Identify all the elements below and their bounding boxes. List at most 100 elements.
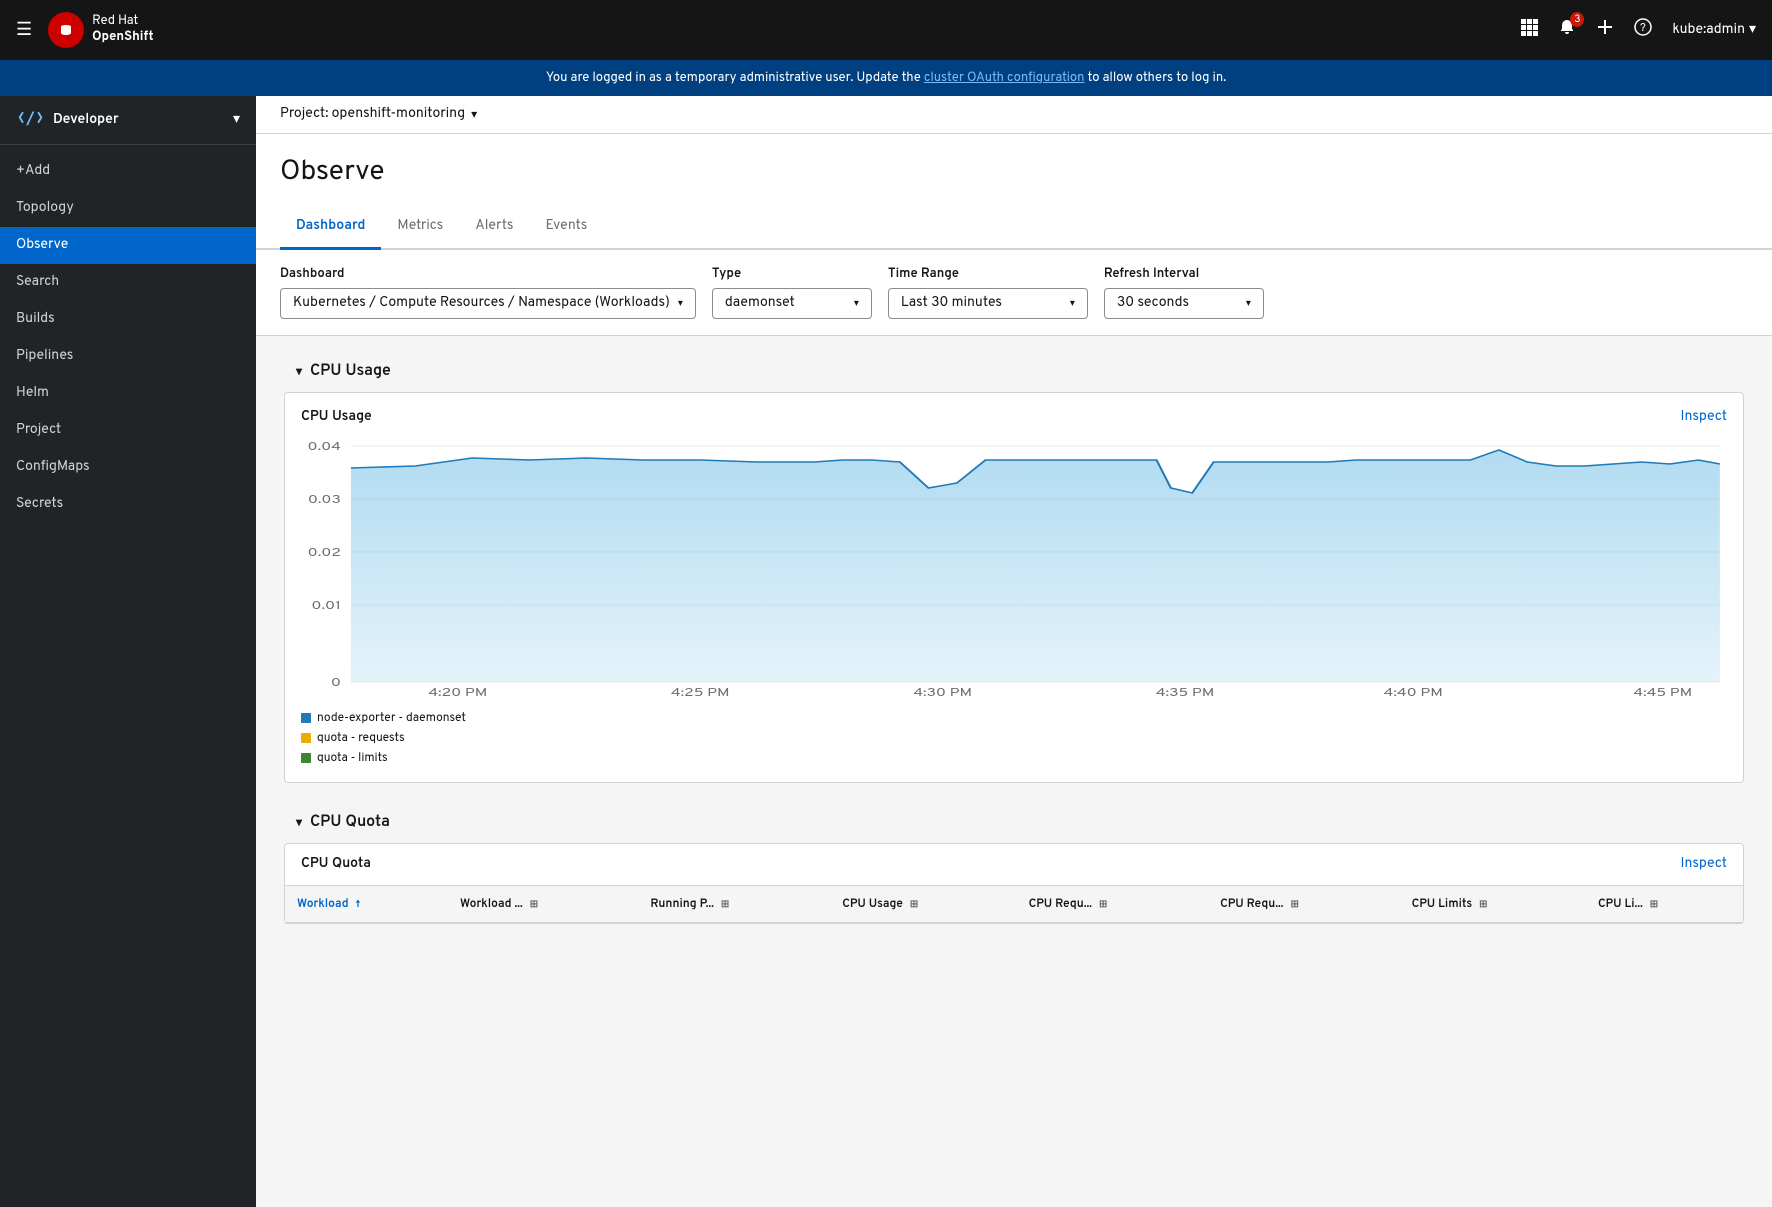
- cpu-usage-inspect-link[interactable]: Inspect: [1681, 409, 1727, 426]
- time-range-filter-select[interactable]: Last 30 minutes ▾: [888, 288, 1088, 319]
- time-range-filter-label: Time Range: [888, 266, 1088, 282]
- col-workload-type[interactable]: Workload ... ⊞: [448, 886, 638, 923]
- svg-text:0.04: 0.04: [308, 441, 341, 455]
- help-button[interactable]: ?: [1634, 18, 1652, 43]
- sidebar-item-secrets-label: Secrets: [16, 496, 63, 513]
- svg-text:4:35 PM: 4:35 PM: [1156, 687, 1215, 698]
- user-label: kube:admin: [1672, 22, 1745, 39]
- tab-dashboard[interactable]: Dashboard: [280, 206, 381, 250]
- cpu-quota-section-title: CPU Quota: [310, 813, 390, 833]
- legend-label-node-exporter: node-exporter - daemonset: [317, 710, 466, 726]
- info-banner: You are logged in as a temporary adminis…: [0, 60, 1772, 96]
- col-cpu-requests-2-filter-icon: ⊞: [1290, 898, 1298, 911]
- sidebar-item-pipelines-label: Pipelines: [16, 348, 73, 365]
- perspective-switcher[interactable]: ⟨/⟩ Developer ▾: [0, 96, 256, 145]
- refresh-interval-filter-select[interactable]: 30 seconds ▾: [1104, 288, 1264, 319]
- sidebar-item-observe-label: Observe: [16, 237, 68, 254]
- cpu-usage-section-content: CPU Usage Inspect 0.04 0.03 0.02 0.01 0: [284, 392, 1744, 783]
- cpu-usage-section-header[interactable]: ▾ CPU Usage: [280, 352, 1748, 392]
- cpu-quota-chart-header: CPU Quota Inspect: [285, 844, 1743, 886]
- col-cpu-limits-2-label: CPU Li...: [1598, 896, 1643, 912]
- svg-text:4:40 PM: 4:40 PM: [1384, 687, 1443, 698]
- col-cpu-requests-1-filter-icon: ⊞: [1099, 898, 1107, 911]
- sidebar-item-topology[interactable]: Topology: [0, 190, 256, 227]
- tabs: Dashboard Metrics Alerts Events: [256, 206, 1772, 250]
- sidebar-item-configmaps-label: ConfigMaps: [16, 459, 90, 476]
- sidebar-item-topology-label: Topology: [16, 200, 74, 217]
- filters-bar: Dashboard Kubernetes / Compute Resources…: [256, 250, 1772, 336]
- cpu-quota-inspect-link[interactable]: Inspect: [1681, 856, 1727, 873]
- legend-label-quota-requests: quota - requests: [317, 730, 405, 746]
- dashboard-filter-select[interactable]: Kubernetes / Compute Resources / Namespa…: [280, 288, 696, 319]
- sidebar-item-project-label: Project: [16, 422, 61, 439]
- main-layout: ⟨/⟩ Developer ▾ +Add Topology Observe Se…: [0, 96, 1772, 1207]
- sidebar-item-add[interactable]: +Add: [0, 153, 256, 190]
- sidebar-item-project[interactable]: Project: [0, 412, 256, 449]
- brand-top: Red Hat: [92, 14, 153, 30]
- col-cpu-limits-1-label: CPU Limits: [1412, 896, 1473, 912]
- sidebar-item-secrets[interactable]: Secrets: [0, 486, 256, 523]
- sidebar-item-builds[interactable]: Builds: [0, 301, 256, 338]
- sidebar-item-pipelines[interactable]: Pipelines: [0, 338, 256, 375]
- page-header: Observe: [256, 134, 1772, 206]
- tab-events[interactable]: Events: [529, 206, 603, 250]
- svg-text:0.03: 0.03: [308, 494, 341, 508]
- tab-metrics[interactable]: Metrics: [381, 206, 459, 250]
- perspective-label: ⟨/⟩ Developer: [16, 110, 119, 130]
- refresh-interval-filter-value: 30 seconds: [1117, 295, 1189, 312]
- svg-text:4:20 PM: 4:20 PM: [428, 687, 487, 698]
- col-cpu-limits-2[interactable]: CPU Li... ⊞: [1586, 886, 1743, 923]
- type-filter-group: Type daemonset ▾: [712, 266, 872, 319]
- type-filter-select[interactable]: daemonset ▾: [712, 288, 872, 319]
- brand-bottom: OpenShift: [92, 30, 153, 46]
- col-cpu-requests-1-label: CPU Requ...: [1029, 896, 1092, 912]
- time-range-filter-group: Time Range Last 30 minutes ▾: [888, 266, 1088, 319]
- legend-item-quota-requests: quota - requests: [301, 730, 1727, 746]
- cpu-usage-section-title: CPU Usage: [310, 362, 391, 382]
- col-cpu-limits-1[interactable]: CPU Limits ⊞: [1400, 886, 1586, 923]
- perspective-chevron-icon: ▾: [233, 111, 240, 129]
- project-bar: Project: openshift-monitoring ▾: [256, 96, 1772, 134]
- cpu-quota-section-header[interactable]: ▾ CPU Quota: [280, 803, 1748, 843]
- project-chevron-icon[interactable]: ▾: [471, 107, 477, 123]
- refresh-interval-filter-chevron-icon: ▾: [1246, 297, 1251, 310]
- col-cpu-requests-1[interactable]: CPU Requ... ⊞: [1017, 886, 1208, 923]
- tab-alerts[interactable]: Alerts: [459, 206, 529, 250]
- cpu-quota-collapse-icon: ▾: [296, 815, 302, 831]
- col-workload[interactable]: Workload ↑: [285, 886, 448, 923]
- svg-text:4:45 PM: 4:45 PM: [1633, 687, 1692, 698]
- user-menu[interactable]: kube:admin ▾: [1672, 21, 1756, 39]
- sidebar: ⟨/⟩ Developer ▾ +Add Topology Observe Se…: [0, 96, 256, 1207]
- sidebar-item-configmaps[interactable]: ConfigMaps: [0, 449, 256, 486]
- oauth-config-link[interactable]: cluster OAuth configuration: [924, 70, 1085, 86]
- grid-icon[interactable]: [1520, 18, 1538, 43]
- type-filter-chevron-icon: ▾: [854, 297, 859, 310]
- legend-item-node-exporter: node-exporter - daemonset: [301, 710, 1727, 726]
- col-cpu-requests-2[interactable]: CPU Requ... ⊞: [1208, 886, 1399, 923]
- cpu-usage-chart-header: CPU Usage Inspect: [301, 409, 1727, 426]
- col-cpu-usage[interactable]: CPU Usage ⊞: [830, 886, 1016, 923]
- cpu-usage-svg: 0.04 0.03 0.02 0.01 0: [301, 438, 1727, 698]
- svg-text:0.02: 0.02: [308, 547, 341, 561]
- sidebar-item-observe[interactable]: Observe: [0, 227, 256, 264]
- notifications-button[interactable]: 3: [1558, 18, 1576, 43]
- sidebar-item-helm-label: Helm: [16, 385, 49, 402]
- cpu-quota-table: Workload ↑ Workload ... ⊞ Running P... ⊞: [285, 886, 1743, 923]
- sidebar-item-builds-label: Builds: [16, 311, 55, 328]
- col-cpu-limits-2-filter-icon: ⊞: [1650, 898, 1658, 911]
- topnav: ☰ Red Hat OpenShift 3 ? kube:admin ▾: [0, 0, 1772, 60]
- dashboard-filter-chevron-icon: ▾: [678, 297, 683, 310]
- sidebar-item-search[interactable]: Search: [0, 264, 256, 301]
- sidebar-item-search-label: Search: [16, 274, 59, 291]
- dashboard-filter-group: Dashboard Kubernetes / Compute Resources…: [280, 266, 696, 319]
- col-workload-type-label: Workload ...: [460, 896, 523, 912]
- hamburger-button[interactable]: ☰: [16, 19, 32, 42]
- refresh-interval-filter-label: Refresh Interval: [1104, 266, 1264, 282]
- col-running-pods-label: Running P...: [650, 896, 714, 912]
- cpu-quota-section-content: CPU Quota Inspect Workload ↑ Work: [284, 843, 1744, 924]
- add-button[interactable]: [1596, 18, 1614, 43]
- sidebar-item-helm[interactable]: Helm: [0, 375, 256, 412]
- brand-text: Red Hat OpenShift: [92, 14, 153, 45]
- col-running-pods[interactable]: Running P... ⊞: [638, 886, 830, 923]
- cpu-quota-table-head: Workload ↑ Workload ... ⊞ Running P... ⊞: [285, 886, 1743, 923]
